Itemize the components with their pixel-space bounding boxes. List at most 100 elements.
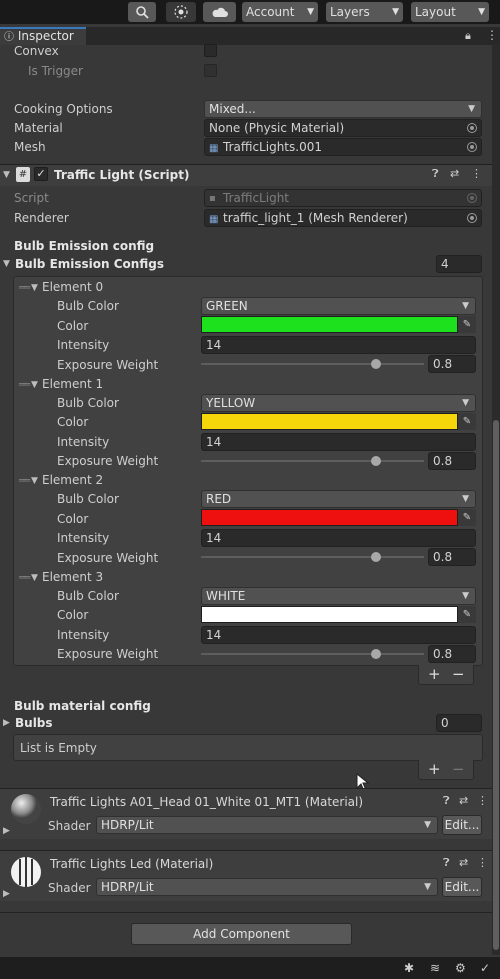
add-element-button[interactable]: +	[428, 665, 441, 683]
intensity-field[interactable]: 14	[201, 626, 476, 644]
mesh-field[interactable]: ▦ TrafficLights.001	[204, 138, 482, 156]
intensity-label: Intensity	[57, 435, 110, 449]
foldout-arrow-icon[interactable]: ▼	[31, 476, 38, 486]
bulbs-list-size[interactable]: 0	[436, 714, 482, 732]
account-dropdown[interactable]: Account ▼	[242, 2, 318, 22]
exposure-slider-knob[interactable]	[371, 552, 381, 562]
debug-icon[interactable]: ✱	[404, 961, 414, 975]
chevron-down-icon: ▼	[307, 7, 314, 17]
exposure-slider-knob[interactable]	[371, 649, 381, 659]
chevron-down-icon: ▼	[424, 882, 431, 892]
bulbs-list-label[interactable]: Bulbs	[15, 715, 53, 731]
foldout-arrow-icon[interactable]: ▼	[3, 259, 10, 269]
help-icon[interactable]: ❓︎	[443, 856, 450, 870]
foldout-arrow-icon[interactable]: ▶	[3, 889, 10, 899]
bulb-color-value: WHITE	[206, 589, 246, 603]
eyedropper-icon[interactable]: ✎	[458, 509, 476, 526]
foldout-arrow-icon[interactable]: ▼	[31, 283, 38, 293]
bulb-color-dropdown[interactable]: WHITE ▼	[201, 587, 476, 605]
foldout-arrow-icon[interactable]: ▼	[31, 573, 38, 583]
presets-icon[interactable]: ⇄	[459, 794, 468, 807]
convex-checkbox[interactable]	[204, 44, 217, 57]
element-label[interactable]: Element 0	[42, 279, 103, 295]
bulb-color-dropdown[interactable]: RED ▼	[201, 490, 476, 508]
exposure-slider-track[interactable]	[201, 653, 424, 655]
bulb-color-label: Bulb Color	[57, 492, 119, 506]
eyedropper-icon[interactable]: ✎	[458, 413, 476, 430]
element-label[interactable]: Element 2	[42, 472, 103, 488]
bulb-color-dropdown[interactable]: GREEN ▼	[201, 297, 476, 315]
drag-handle-icon[interactable]: ══	[19, 378, 30, 391]
material-name: Traffic Lights A01_Head 01_White 01_MT1 …	[50, 795, 364, 809]
help-icon[interactable]: ❓︎	[432, 167, 439, 181]
exposure-value-field[interactable]: 0.8	[428, 355, 476, 373]
color-swatch[interactable]	[201, 316, 458, 333]
exposure-slider-knob[interactable]	[371, 359, 381, 369]
exposure-slider-knob[interactable]	[371, 456, 381, 466]
emission-list-label[interactable]: Bulb Emission Configs	[15, 256, 164, 272]
presets-icon[interactable]: ⇄	[459, 856, 468, 869]
enabled-checkbox[interactable]: ✓	[34, 167, 48, 181]
services-button[interactable]	[166, 2, 196, 22]
more-options-icon[interactable]: ⋮	[471, 167, 482, 180]
edit-shader-button[interactable]: Edit...	[442, 877, 482, 897]
bulb-color-label: Bulb Color	[57, 589, 119, 603]
material-section-header: Bulb material config	[14, 699, 151, 713]
object-picker-icon[interactable]	[467, 142, 477, 152]
layout-dropdown[interactable]: Layout ▼	[411, 2, 489, 22]
element-label[interactable]: Element 1	[42, 376, 103, 392]
intensity-field[interactable]: 14	[201, 433, 476, 451]
more-options-icon[interactable]: ⋮	[477, 794, 488, 807]
exposure-slider-track[interactable]	[201, 556, 424, 558]
exposure-value-field[interactable]: 0.8	[428, 645, 476, 663]
foldout-arrow-icon[interactable]: ▼	[3, 170, 10, 180]
cooking-options-dropdown[interactable]: Mixed... ▼	[204, 100, 482, 118]
edit-shader-button[interactable]: Edit...	[442, 815, 482, 835]
drag-handle-icon[interactable]: ══	[19, 474, 30, 487]
eyedropper-icon[interactable]: ✎	[458, 316, 476, 333]
object-picker-icon[interactable]	[467, 213, 477, 223]
color-swatch[interactable]	[201, 606, 458, 623]
exposure-value-field[interactable]: 0.8	[428, 548, 476, 566]
cloud-button[interactable]	[203, 2, 236, 22]
drag-handle-icon[interactable]: ══	[19, 571, 30, 584]
exposure-value-field[interactable]: 0.8	[428, 452, 476, 470]
intensity-field[interactable]: 14	[201, 336, 476, 354]
search-button[interactable]	[128, 2, 156, 22]
more-options-icon[interactable]: ⋮	[486, 28, 498, 42]
drag-handle-icon[interactable]: ══	[19, 281, 30, 294]
scrollbar-thumb[interactable]	[493, 420, 499, 950]
remove-element-button[interactable]: −	[452, 760, 465, 778]
intensity-field[interactable]: 14	[201, 529, 476, 547]
color-swatch[interactable]	[201, 509, 458, 526]
foldout-arrow-icon[interactable]: ▶	[3, 718, 10, 728]
color-swatch[interactable]	[201, 413, 458, 430]
foldout-arrow-icon[interactable]: ▶	[3, 826, 10, 836]
exposure-slider-track[interactable]	[201, 363, 424, 365]
object-picker-icon[interactable]	[467, 123, 477, 133]
emission-list-size[interactable]: 4	[436, 255, 482, 273]
presets-icon[interactable]: ⇄	[450, 167, 459, 180]
add-element-button[interactable]: +	[428, 760, 441, 778]
renderer-field[interactable]: ▦ traffic_light_1 (Mesh Renderer)	[204, 209, 482, 227]
is-trigger-checkbox[interactable]	[204, 64, 217, 77]
layers-label: Layers	[330, 5, 370, 19]
material-field[interactable]: None (Physic Material)	[204, 119, 482, 137]
lock-icon[interactable]: 🔒︎	[465, 29, 471, 43]
cache-server-icon[interactable]: ≋	[430, 961, 440, 975]
more-options-icon[interactable]: ⋮	[477, 856, 488, 869]
bulb-color-dropdown[interactable]: YELLOW ▼	[201, 394, 476, 412]
eyedropper-icon[interactable]: ✎	[458, 606, 476, 623]
remove-element-button[interactable]: −	[452, 665, 465, 683]
add-component-button[interactable]: Add Component	[131, 923, 352, 945]
foldout-arrow-icon[interactable]: ▼	[31, 380, 38, 390]
shader-dropdown[interactable]: HDRP/Lit ▼	[96, 816, 438, 834]
shader-dropdown[interactable]: HDRP/Lit ▼	[96, 878, 438, 896]
help-icon[interactable]: ❓︎	[443, 794, 450, 808]
element-label[interactable]: Element 3	[42, 569, 103, 585]
status-ok-icon[interactable]: ✓	[480, 961, 490, 975]
layers-dropdown[interactable]: Layers ▼	[326, 2, 403, 22]
auto-generate-lighting-icon[interactable]: ⚙	[455, 961, 466, 975]
chevron-down-icon: ▼	[468, 104, 475, 114]
exposure-slider-track[interactable]	[201, 460, 424, 462]
